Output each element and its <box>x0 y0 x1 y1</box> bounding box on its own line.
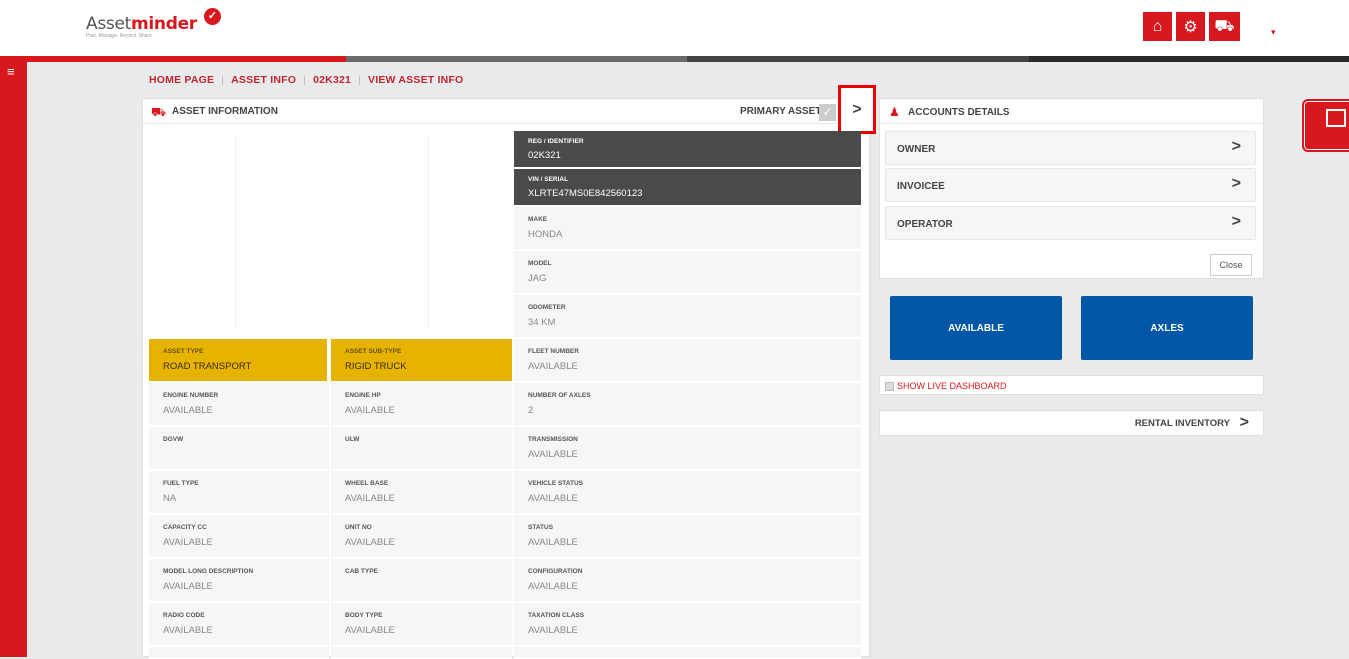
accounts-details-panel: ♟ ACCOUNTS DETAILS OWNER > INVOICEE > OPER… <box>879 98 1264 279</box>
unit-no-field: UNIT NO AVAILABLE <box>331 515 512 559</box>
more-field-mid <box>331 647 512 659</box>
engine-number-field: ENGINE NUMBER AVAILABLE <box>149 383 329 427</box>
app-header: Assetminder Plan. Manage. Record. Share.… <box>0 0 1349 56</box>
configuration-field: CONFIGURATION AVAILABLE <box>514 559 861 603</box>
model-field: MODEL JAG <box>514 251 861 295</box>
expand-arrow-button[interactable]: > <box>838 85 876 134</box>
chevron-right-icon: > <box>1231 138 1241 155</box>
available-button[interactable]: AVAILABLE <box>890 296 1062 360</box>
truck-icon[interactable]: ⛟ <box>1209 12 1240 41</box>
breadcrumb: HOME PAGE | ASSET INFO | 02K321 | VIEW ASSET I… <box>149 74 464 86</box>
asset-sub-type-field: ASSET SUB-TYPE RIGID TRUCK <box>331 339 512 383</box>
capacity-cc-field: CAPACITY CC AVAILABLE <box>149 515 329 559</box>
edit-icon <box>1326 109 1346 127</box>
account-invoicee[interactable]: INVOICEE > <box>885 168 1256 202</box>
more-field <box>514 647 861 659</box>
hamburger-menu-icon[interactable]: ≡ <box>7 64 15 79</box>
chevron-right-icon: > <box>1239 414 1249 431</box>
rental-inventory-row[interactable]: RENTAL INVENTORY > <box>879 410 1264 436</box>
ulw-field: ULW <box>331 427 512 471</box>
body-type-field: BODY TYPE AVAILABLE <box>331 603 512 647</box>
vehicle-status-field: VEHICLE STATUS AVAILABLE <box>514 471 861 515</box>
asset-image <box>235 137 429 327</box>
progress-bar-strip <box>0 56 1349 62</box>
make-field: MAKE HONDA <box>514 207 861 251</box>
breadcrumb-home[interactable]: HOME PAGE <box>149 74 214 86</box>
wheel-base-field: WHEEL BASE AVAILABLE <box>331 471 512 515</box>
user-menu-caret-icon[interactable]: ▾ <box>1271 27 1276 38</box>
checkmark-icon: ✓ <box>204 8 221 25</box>
breadcrumb-asset-info[interactable]: ASSET INFO <box>231 74 296 86</box>
close-button[interactable]: Close <box>1210 254 1252 276</box>
panel-title: ASSET INFORMATION <box>172 106 278 117</box>
axles-button[interactable]: AXLES <box>1081 296 1253 360</box>
more-field-left <box>149 647 329 659</box>
assetminder-logo[interactable]: Assetminder Plan. Manage. Record. Share.… <box>86 8 221 39</box>
account-owner[interactable]: OWNER > <box>885 131 1256 165</box>
odometer-field: ODOMETER 34 KM <box>514 295 861 339</box>
primary-asset-label: PRIMARY ASSET <box>740 106 822 117</box>
breadcrumb-view-asset-info[interactable]: VIEW ASSET INFO <box>368 74 463 86</box>
fuel-type-field: FUEL TYPE NA <box>149 471 329 515</box>
rental-inventory-label: RENTAL INVENTORY <box>1134 418 1230 429</box>
taxation-class-field: TAXATION CLASS AVAILABLE <box>514 603 861 647</box>
settings-icon[interactable]: ⚙ <box>1176 12 1205 41</box>
chevron-right-icon: > <box>1231 175 1241 192</box>
radio-code-field: RADIO CODE AVAILABLE <box>149 603 329 647</box>
model-long-description-field: MODEL LONG DESCRIPTION AVAILABLE <box>149 559 329 603</box>
vin-serial-field: VIN / SERIAL XLRTE47MS0E842560123 <box>514 169 861 207</box>
number-of-axles-field: NUMBER OF AXLES 2 <box>514 383 861 427</box>
live-dashboard-row: SHOW LIVE DASHBOARD <box>879 375 1264 395</box>
live-dashboard-checkbox[interactable] <box>885 382 894 391</box>
dgvw-field: DGVW <box>149 427 329 471</box>
sidebar: ≡ <box>0 62 27 657</box>
reg-identifier-field: REG / IDENTIFIER 02K321 <box>514 131 861 169</box>
edit-note-button[interactable] <box>1302 99 1349 152</box>
person-icon: ♟ <box>889 105 900 119</box>
fleet-number-field: FLEET NUMBER AVAILABLE <box>514 339 861 383</box>
transmission-field: TRANSMISSION AVAILABLE <box>514 427 861 471</box>
status-field: STATUS AVAILABLE <box>514 515 861 559</box>
chevron-right-icon: > <box>1231 213 1241 230</box>
home-icon[interactable]: ⌂ <box>1143 12 1172 41</box>
engine-hp-field: ENGINE HP AVAILABLE <box>331 383 512 427</box>
primary-asset-checkbox[interactable]: ✓ <box>819 104 836 121</box>
truck-icon: ⛟ <box>151 105 167 119</box>
cab-type-field: CAB TYPE <box>331 559 512 603</box>
accounts-title: ACCOUNTS DETAILS <box>908 107 1010 118</box>
account-operator[interactable]: OPERATOR > <box>885 206 1256 240</box>
live-dashboard-label[interactable]: SHOW LIVE DASHBOARD <box>897 381 1007 391</box>
breadcrumb-asset-id[interactable]: 02K321 <box>313 74 351 86</box>
chevron-right-icon: > <box>852 100 862 118</box>
asset-information-panel: ⛟ ASSET INFORMATION PRIMARY ASSET ✓ > RE… <box>142 85 876 659</box>
asset-type-field: ASSET TYPE ROAD TRANSPORT <box>149 339 329 383</box>
